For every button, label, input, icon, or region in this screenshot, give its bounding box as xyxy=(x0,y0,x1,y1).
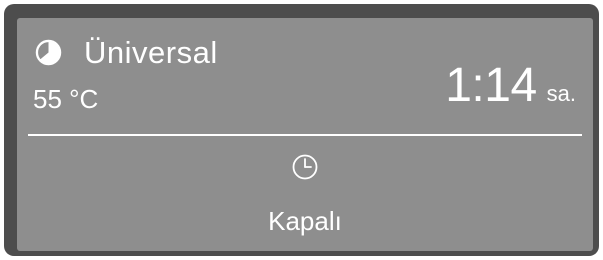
remaining-time-value: 1:14 xyxy=(445,59,537,112)
program-name: Üniversal xyxy=(84,34,218,70)
section-divider xyxy=(28,134,582,136)
remaining-time-unit: sa. xyxy=(546,81,576,106)
display-bezel: Üniversal 55 °C 1:14 sa. Kapalı xyxy=(4,4,599,256)
timer-status: Kapalı xyxy=(268,206,342,236)
program-info-section: Üniversal 55 °C 1:14 sa. xyxy=(17,18,593,133)
display-screen: Üniversal 55 °C 1:14 sa. Kapalı xyxy=(17,18,593,251)
clock-icon xyxy=(292,154,318,180)
program-pie-icon xyxy=(35,39,62,65)
program-row: Üniversal xyxy=(35,32,218,72)
remaining-time: 1:14 sa. xyxy=(445,62,576,110)
temperature-value: 55 °C xyxy=(33,84,99,114)
